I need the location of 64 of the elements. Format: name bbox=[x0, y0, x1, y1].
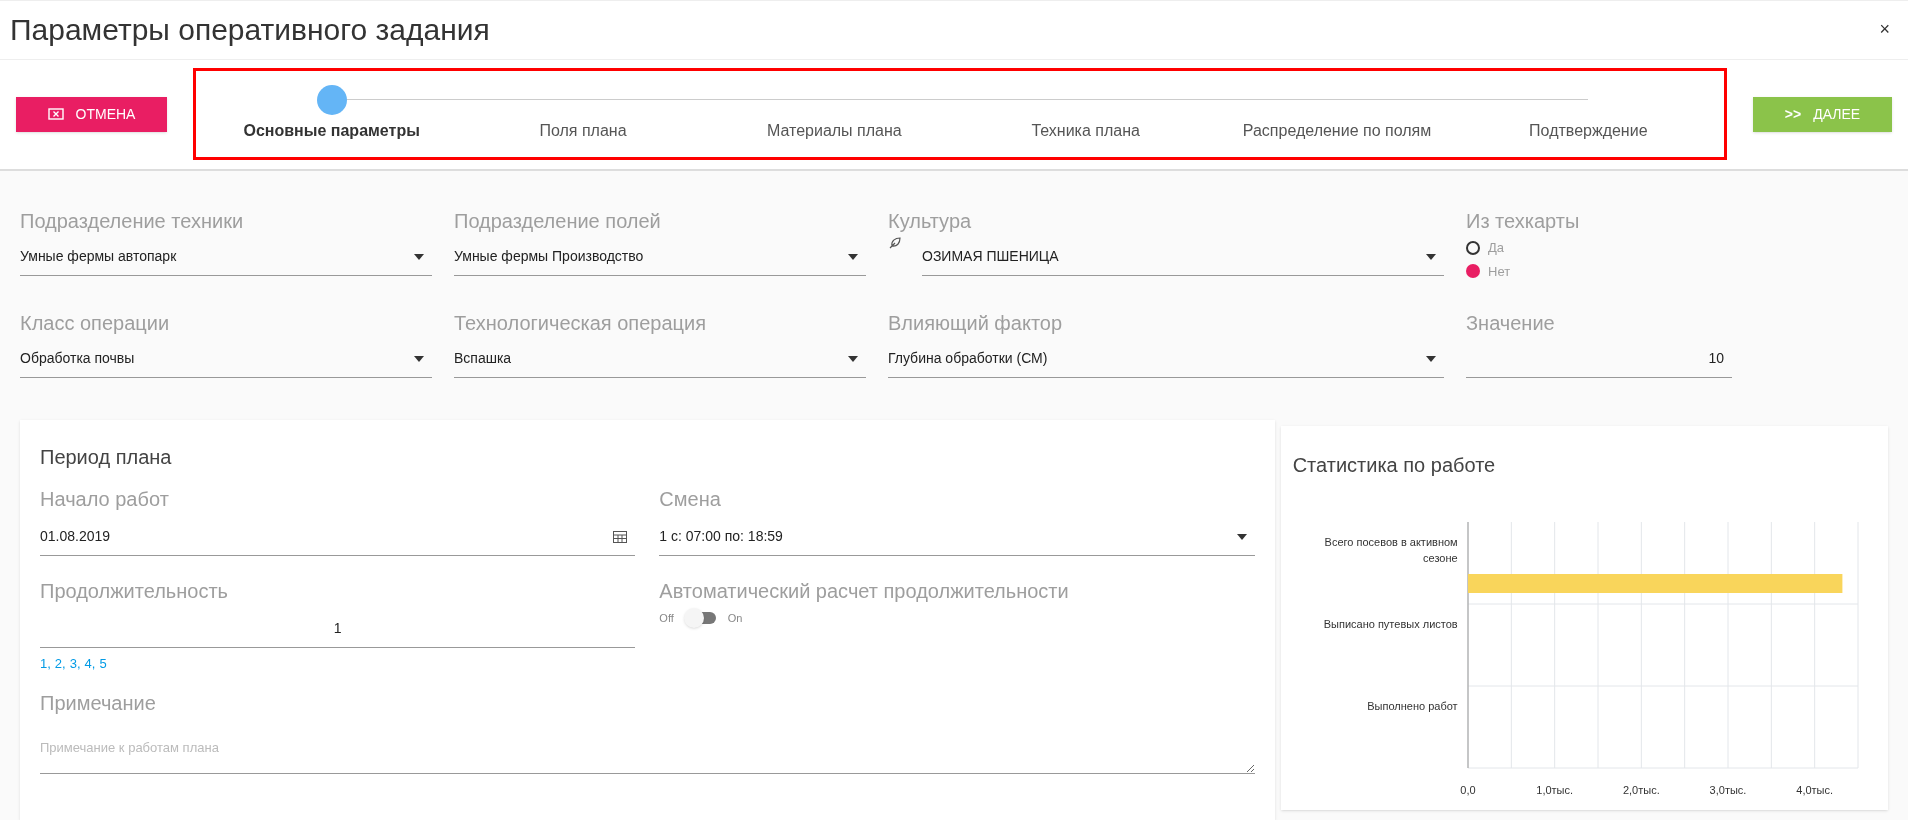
window-title: Параметры оперативного задания bbox=[10, 12, 490, 49]
category-label: Выписано путевых листов bbox=[1323, 617, 1458, 632]
tick-label: 2,0тыс. bbox=[1622, 784, 1660, 796]
field-label: Продолжительность bbox=[40, 579, 229, 604]
leaf-icon bbox=[888, 236, 902, 250]
number-field[interactable]: 10 bbox=[1466, 340, 1732, 378]
dropdown-caret-icon bbox=[1426, 253, 1436, 260]
radio-button[interactable] bbox=[1466, 240, 1480, 255]
note-textarea[interactable]: Примечание к работам плана bbox=[40, 737, 1255, 774]
dropdown-caret-icon bbox=[1426, 355, 1436, 362]
link-separator: , bbox=[76, 655, 81, 673]
tick-label: 4,0тыс. bbox=[1795, 784, 1833, 796]
tick-label: 3,0тыс. bbox=[1709, 784, 1747, 796]
step-tab[interactable]: Подтверждение bbox=[1529, 119, 1648, 144]
card-title: Период плана bbox=[40, 445, 173, 470]
card-title: Статистика по работе bbox=[1292, 453, 1497, 478]
date-field[interactable]: 01.08.2019 bbox=[40, 518, 636, 556]
field-label: Технологическая операция bbox=[454, 311, 707, 336]
toggle-on-label: On bbox=[727, 611, 743, 626]
select-field[interactable]: 1 с: 07:00 по: 18:59 bbox=[659, 518, 1255, 556]
dropdown-caret-icon bbox=[848, 355, 858, 362]
link-separator: , bbox=[62, 655, 66, 673]
link-separator: , bbox=[47, 655, 51, 673]
radio-label: Да bbox=[1488, 239, 1505, 257]
link-separator: , bbox=[91, 655, 96, 673]
radio-label: Нет bbox=[1488, 262, 1511, 281]
step-tab[interactable]: Материалы плана bbox=[766, 119, 902, 144]
step-tab[interactable]: Основные параметры bbox=[243, 119, 420, 144]
step-tab[interactable]: Техника плана bbox=[1031, 119, 1140, 144]
select-field[interactable]: Глубина обработки (СМ) bbox=[888, 340, 1444, 378]
dropdown-caret-icon bbox=[848, 253, 858, 260]
field-label: Примечание bbox=[40, 690, 157, 716]
select-field[interactable]: Обработка почвы bbox=[20, 340, 432, 378]
field-label: Подразделение техники bbox=[20, 209, 245, 234]
close-box-icon bbox=[47, 108, 64, 121]
close-button[interactable]: × bbox=[1871, 16, 1898, 44]
tick-label: 1,0тыс. bbox=[1535, 784, 1573, 796]
select-field[interactable]: ОЗИМАЯ ПШЕНИЦА bbox=[922, 238, 1444, 276]
select-field[interactable]: Умные фермы Производство bbox=[454, 238, 866, 276]
select-field[interactable]: Вспашка bbox=[454, 340, 866, 378]
tick-label: 0,0 bbox=[1460, 784, 1476, 796]
dropdown-caret-icon bbox=[414, 355, 424, 362]
number-field[interactable]: 1 bbox=[40, 610, 636, 648]
select-field[interactable]: Умные фермы автопарк bbox=[20, 238, 432, 276]
step-tab[interactable]: Поля плана bbox=[539, 119, 627, 144]
cancel-button[interactable]: ОТМЕНА bbox=[16, 96, 167, 132]
field-label: Автоматический расчет продолжительности bbox=[659, 579, 1070, 604]
category-label: Всего посевов в активном сезоне bbox=[1323, 535, 1458, 566]
field-label: Влияющий фактор bbox=[888, 311, 1064, 336]
category-label: Выполнено работ bbox=[1367, 699, 1458, 714]
radio-button[interactable] bbox=[1466, 264, 1480, 279]
field-label: Начало работ bbox=[40, 487, 170, 512]
field-label: Подразделение полей bbox=[454, 209, 662, 234]
toggle-off-label: Off bbox=[659, 611, 674, 626]
step-tab[interactable]: Распределение по полям bbox=[1242, 119, 1432, 144]
field-label: Класс операции bbox=[20, 311, 171, 336]
calendar-icon bbox=[613, 530, 628, 543]
step-slider-thumb[interactable] bbox=[316, 85, 347, 116]
dropdown-caret-icon bbox=[1236, 533, 1247, 540]
field-label: Культура bbox=[888, 209, 973, 234]
field-label: Смена bbox=[659, 487, 722, 512]
field-label: Из техкарты bbox=[1466, 209, 1581, 234]
field-label: Значение bbox=[1466, 311, 1556, 336]
dropdown-caret-icon bbox=[414, 253, 424, 260]
